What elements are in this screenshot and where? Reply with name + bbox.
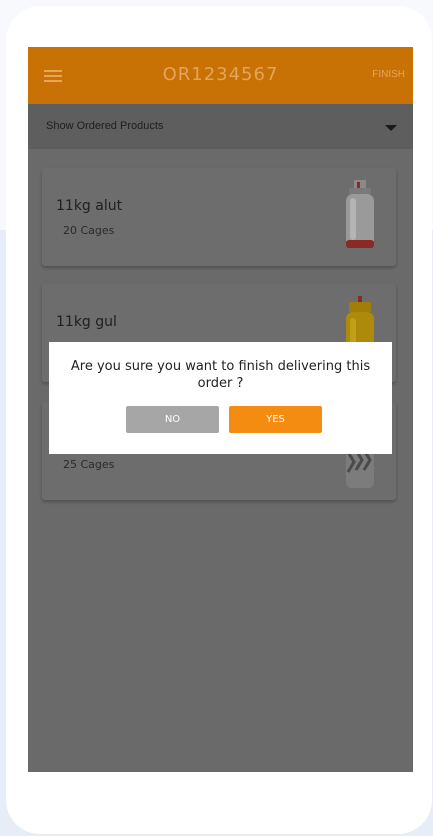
product-quantity: 20 Cages [63, 224, 115, 237]
show-ordered-products-dropdown[interactable]: Show Ordered Products [28, 104, 413, 149]
dialog-message: Are you sure you want to finish deliveri… [70, 359, 371, 391]
gas-cylinder-silver-red-icon [346, 180, 374, 248]
no-button[interactable]: NO [126, 406, 219, 433]
app-bar: OR1234567 FINISH [28, 47, 413, 104]
caret-down-icon [385, 125, 397, 131]
confirm-finish-dialog: Are you sure you want to finish deliveri… [49, 342, 392, 454]
yes-button[interactable]: YES [229, 406, 322, 433]
product-name: 11kg alut [56, 198, 123, 214]
finish-button[interactable]: FINISH [372, 69, 405, 80]
product-card[interactable]: 11kg alut 20 Cages [42, 168, 396, 266]
product-name: 11kg gul [56, 314, 117, 330]
product-quantity: 25 Cages [63, 458, 115, 471]
dropdown-label: Show Ordered Products [46, 120, 164, 132]
order-id-title: OR1234567 [162, 64, 279, 85]
